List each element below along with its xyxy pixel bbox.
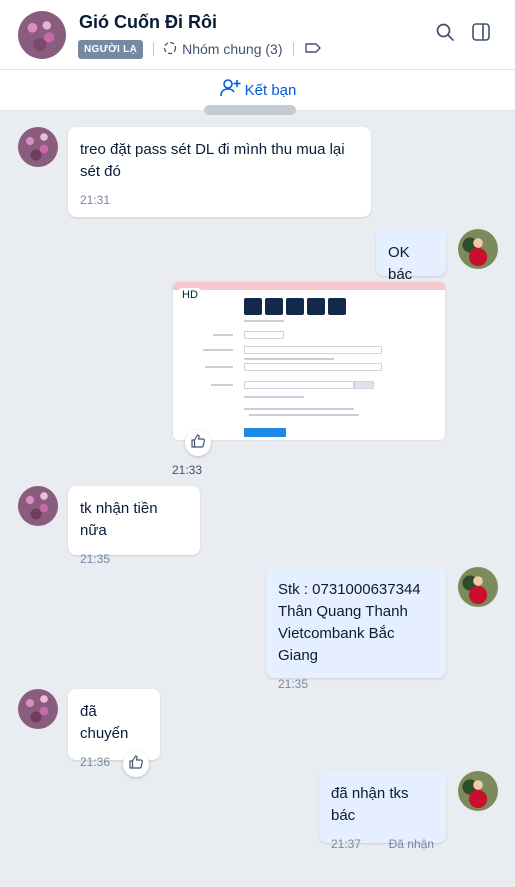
toggle-sidebar-button[interactable]	[469, 22, 493, 46]
sender-avatar[interactable]	[18, 486, 58, 526]
message-text: OK bác	[388, 244, 413, 283]
like-reaction-button[interactable]	[123, 751, 149, 777]
sidebar-toggle-icon	[471, 22, 491, 47]
thumb-field	[244, 381, 354, 389]
message-text: tk nhận tiền nữa	[80, 500, 158, 539]
thumb-item	[286, 298, 304, 315]
contact-name[interactable]: Gió Cuốn Đi Rôi	[79, 12, 217, 33]
thumb-line	[213, 334, 233, 336]
sender-avatar[interactable]	[18, 689, 58, 729]
message-bubble[interactable]: Stk : 0731000637344 Thân Quang Thanh Vie…	[266, 567, 446, 691]
message-time: 21:31	[80, 193, 111, 207]
delivery-status: Đã nhận	[388, 837, 434, 851]
date-separator-chip	[204, 105, 296, 115]
message-text: Stk : 0731000637344 Thân Quang Thanh Vie…	[278, 581, 421, 664]
message-text: treo đặt pass sét DL đi mình thu mua lại…	[80, 141, 345, 180]
thumb-button	[244, 428, 286, 437]
message-text: đã nhận tks bác	[331, 785, 409, 824]
label-tag-icon[interactable]	[304, 41, 322, 58]
thumb-item	[244, 298, 262, 315]
stranger-badge: NGƯỜI LẠ	[78, 39, 144, 59]
message-time: 21:37	[331, 837, 362, 851]
like-icon	[190, 433, 206, 454]
like-reaction-button[interactable]	[185, 430, 211, 456]
thumb-field	[354, 381, 374, 389]
thumb-field	[244, 331, 284, 339]
my-avatar[interactable]	[458, 771, 498, 811]
my-avatar[interactable]	[458, 567, 498, 607]
image-message[interactable]: HD	[172, 281, 446, 441]
thumb-line	[205, 366, 233, 368]
thumb-line	[244, 396, 304, 398]
message-bubble[interactable]: đã nhận tks bác 21:37 Đã nhận	[319, 771, 446, 851]
search-button[interactable]	[433, 22, 457, 46]
hd-badge: HD	[179, 288, 201, 302]
thumb-line	[203, 349, 233, 351]
message-footer: 21:37 Đã nhận	[331, 837, 434, 851]
thumb-field	[244, 346, 382, 354]
contact-meta: NGƯỜI LẠ Nhóm chung (3)	[78, 39, 322, 59]
thumb-line	[244, 408, 354, 410]
add-friend-button[interactable]: Kết bạn	[219, 78, 297, 102]
message-bubble[interactable]: treo đặt pass sét DL đi mình thu mua lại…	[68, 127, 371, 217]
message-text: đã chuyển	[80, 703, 129, 742]
contact-avatar[interactable]	[18, 11, 66, 59]
group-icon	[162, 40, 178, 59]
message-bubble[interactable]: OK bác	[376, 229, 446, 283]
common-groups-link[interactable]: Nhóm chung (3)	[162, 40, 283, 59]
message-time: 21:33	[172, 463, 203, 477]
thumb-item	[328, 298, 346, 315]
thumb-line	[211, 384, 233, 386]
thumb-field	[244, 363, 382, 371]
image-banner	[173, 282, 445, 290]
sender-avatar[interactable]	[18, 127, 58, 167]
thumb-item	[265, 298, 283, 315]
search-icon	[435, 22, 455, 47]
thumb-line	[244, 320, 284, 322]
thumb-line	[249, 414, 359, 416]
message-time: 21:35	[278, 677, 309, 691]
meta-divider	[292, 42, 294, 56]
add-friend-label: Kết bạn	[244, 81, 297, 99]
like-icon	[128, 754, 144, 775]
chat-header: Gió Cuốn Đi Rôi NGƯỜI LẠ Nhóm chung (3)	[0, 0, 515, 70]
meta-divider	[153, 42, 155, 56]
thumb-line	[244, 358, 334, 360]
common-groups-label: Nhóm chung (3)	[182, 41, 283, 57]
message-bubble[interactable]: tk nhận tiền nữa 21:35	[68, 486, 200, 566]
message-time: 21:35	[80, 552, 111, 566]
my-avatar[interactable]	[458, 229, 498, 269]
add-user-icon	[219, 78, 241, 102]
message-bubble[interactable]: đã chuyển 21:36	[68, 689, 160, 769]
thumb-item	[307, 298, 325, 315]
